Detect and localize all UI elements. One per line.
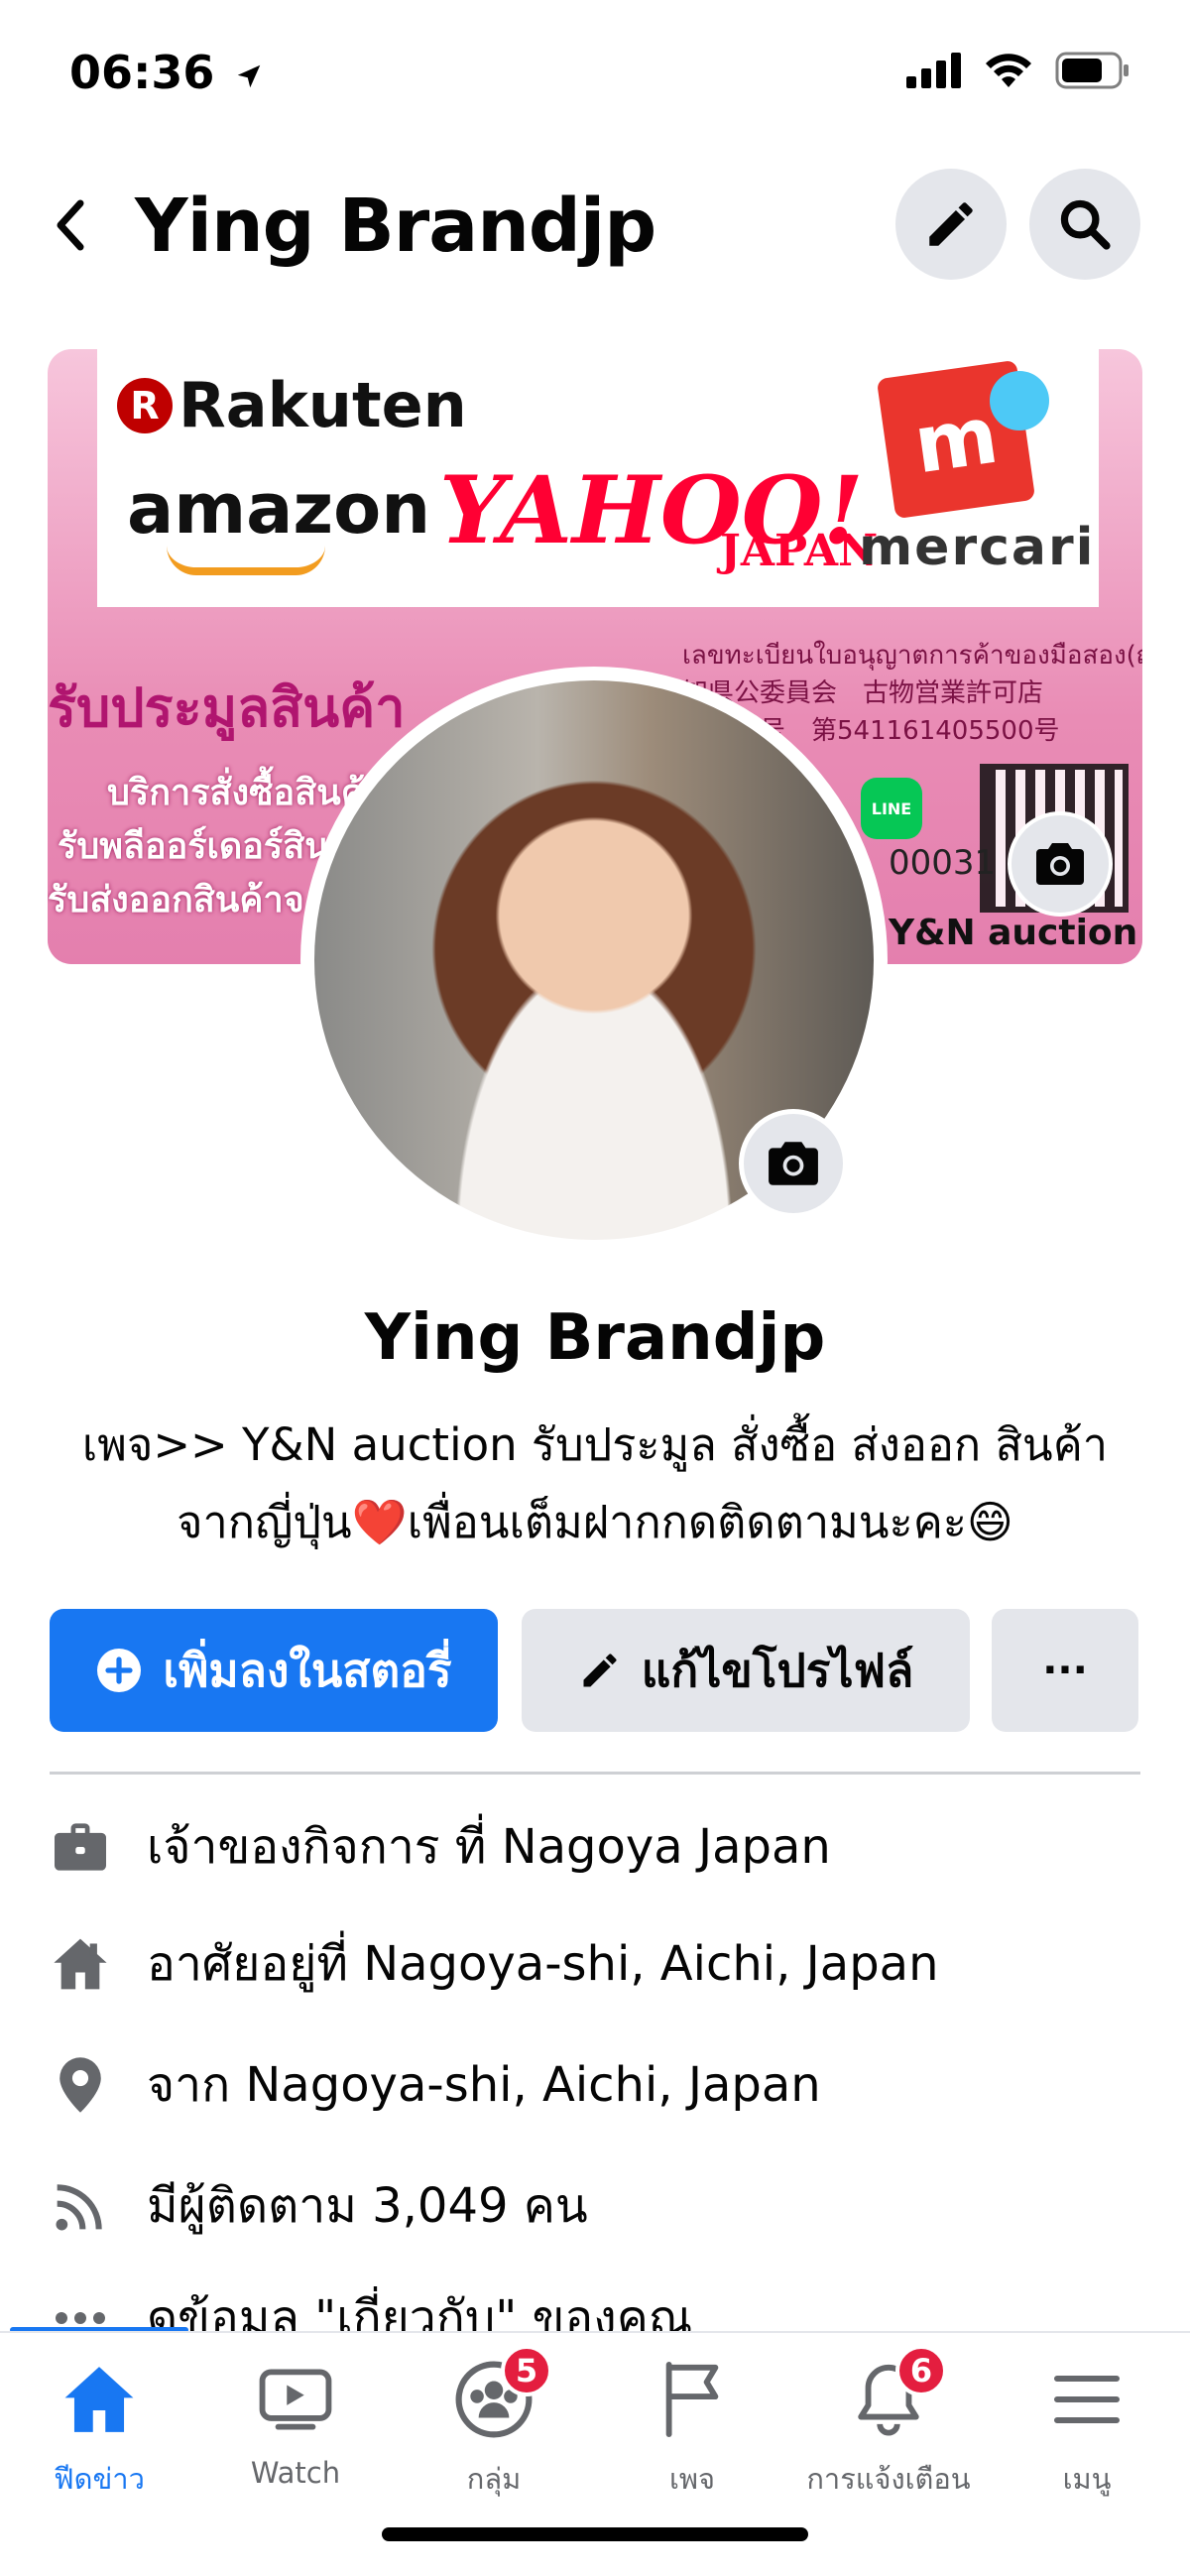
section-divider (50, 1772, 1140, 1775)
nav-pages[interactable]: เพจ (593, 2355, 791, 2504)
header-title: Ying Brandjp (135, 184, 656, 269)
location-arrow-icon (238, 64, 261, 87)
wifi-icon (986, 54, 1031, 87)
edit-profile-picture-button[interactable] (739, 1109, 848, 1218)
status-time-text: 06:36 (69, 46, 215, 99)
rss-followers-icon (50, 2175, 111, 2237)
camera-icon (769, 1142, 818, 1185)
detail-about-clip: ดูข้อมูล "เกี่ยวกับ" ของคุณ (0, 2286, 1190, 2331)
nav-feed[interactable]: ฟีดข่าว (0, 2355, 198, 2504)
profile-bio: เพจ>> Y&N auction รับประมูล สั่งซื้อ ส่ง… (30, 1407, 1160, 1561)
nav-pages-label: เพจ (668, 2462, 716, 2496)
rakuten-wordmark: Rakuten (178, 369, 467, 441)
mercari-logo: mercari (859, 518, 1096, 577)
notifications-badge: 6 (895, 2345, 947, 2396)
mercari-dot (990, 371, 1049, 430)
pencil-icon (583, 1654, 617, 1687)
detail-lives-in-text: อาศัยอยู่ที่ Nagoya-shi, Aichi, Japan (147, 1936, 939, 1992)
add-to-story-label: เพิ่มลงในสตอรี่ (163, 1643, 452, 1697)
pencil-icon (929, 202, 973, 246)
location-pin-icon (50, 2054, 111, 2116)
line-app-icon: LINE (861, 778, 922, 839)
status-icons (906, 52, 1130, 89)
detail-about[interactable]: ดูข้อมูล "เกี่ยวกับ" ของคุณ (50, 2286, 1140, 2331)
cover-phone: 00031 (889, 843, 997, 883)
briefcase-icon (50, 1816, 111, 1878)
profile-header: Ying Brandjp (0, 164, 1190, 293)
flag-icon (648, 2355, 737, 2444)
detail-lives-in: อาศัยอยู่ที่ Nagoya-shi, Aichi, Japan (50, 1924, 1140, 2004)
amazon-logo: amazon (127, 468, 431, 550)
detail-work: เจ้าของกิจการ ที่ Nagoya Japan (50, 1807, 1140, 1887)
nav-groups[interactable]: 5 กลุ่ม (395, 2345, 593, 2504)
groups-icon: 5 (449, 2345, 552, 2444)
nav-watch[interactable]: Watch (196, 2355, 395, 2504)
rakuten-mark: R (117, 377, 173, 433)
rakuten-logo: R Rakuten (117, 369, 467, 441)
nav-notifications-label: การแจ้งเตือน (806, 2462, 971, 2496)
detail-work-text: เจ้าของกิจการ ที่ Nagoya Japan (147, 1819, 831, 1875)
watch-video-icon (251, 2355, 340, 2444)
cover-line-3: รับส่งออกสินค้าจ (48, 880, 304, 920)
back-button[interactable] (40, 185, 99, 265)
bio-line-2: จากญี่ปุ่น❤️เพื่อนเต็มฝากกดติดตามนะคะ😄 (177, 1496, 1013, 1548)
camera-icon (1036, 843, 1084, 885)
edit-profile-button[interactable]: แก้ไขโปรไฟล์ (522, 1609, 970, 1732)
cover-line-2: รับพลีออร์เดอร์สิน (58, 826, 329, 867)
status-bar: 06:36 (0, 0, 1190, 149)
battery-icon (1055, 52, 1129, 89)
home-icon (50, 1933, 111, 1995)
back-chevron-icon (57, 199, 84, 251)
nav-notifications[interactable]: 6 การแจ้งเตือน (789, 2345, 988, 2504)
nav-groups-label: กลุ่ม (466, 2462, 522, 2496)
nav-watch-label: Watch (250, 2456, 341, 2490)
bell-icon: 6 (844, 2345, 947, 2444)
more-options-button[interactable]: ··· (992, 1609, 1138, 1732)
detail-about-text: ดูข้อมูล "เกี่ยวกับ" ของคุณ (147, 2290, 693, 2331)
plus-circle-icon (97, 1649, 142, 1692)
home-icon (55, 2355, 144, 2444)
search-button[interactable] (1029, 169, 1140, 280)
detail-followers[interactable]: มีผู้ติดตาม 3,049 คน (50, 2166, 1140, 2246)
status-time: 06:36 (69, 46, 264, 99)
hamburger-menu-icon (1042, 2355, 1131, 2444)
yahoo-japan-label: JAPAN (720, 526, 879, 576)
nav-menu[interactable]: เมนู (988, 2355, 1186, 2504)
more-dots-icon: ··· (1042, 1648, 1088, 1693)
profile-name: Ying Brandjp (364, 1301, 826, 1375)
detail-followers-text: มีผู้ติดตาม 3,049 คน (147, 2178, 588, 2234)
edit-button[interactable] (895, 169, 1007, 280)
search-icon (1060, 199, 1111, 250)
cover-headline: รับประมูลสินค้า (48, 676, 406, 739)
cellular-signal-icon (906, 53, 961, 88)
license-line-1: เลขทะเบียนใบอนุญาตการค้าของมือสอง(ญี่ปุ่… (682, 641, 1142, 671)
add-to-story-button[interactable]: เพิ่มลงในสตอรี่ (50, 1609, 498, 1732)
more-dots-icon (50, 2287, 111, 2331)
nav-menu-label: เมนู (1062, 2462, 1112, 2496)
edit-profile-label: แก้ไขโปรไฟล์ (641, 1643, 914, 1697)
cover-line-1: บริการสั่งซื้อสินค้ (107, 773, 365, 813)
groups-badge: 5 (501, 2345, 552, 2396)
detail-from-text: จาก Nagoya-shi, Aichi, Japan (147, 2057, 821, 2113)
edit-cover-button[interactable] (1008, 811, 1113, 917)
home-indicator (382, 2527, 808, 2541)
cover-brand: Y&N auction (889, 913, 1138, 953)
detail-from: จาก Nagoya-shi, Aichi, Japan (50, 2045, 1140, 2125)
nav-feed-label: ฟีดข่าว (54, 2462, 145, 2496)
bio-line-1: เพจ>> Y&N auction รับประมูล สั่งซื้อ ส่ง… (81, 1418, 1109, 1471)
license-line-2: 知県公委員会 古物営業許可店 (682, 678, 1044, 708)
amazon-smile-icon (167, 546, 325, 575)
